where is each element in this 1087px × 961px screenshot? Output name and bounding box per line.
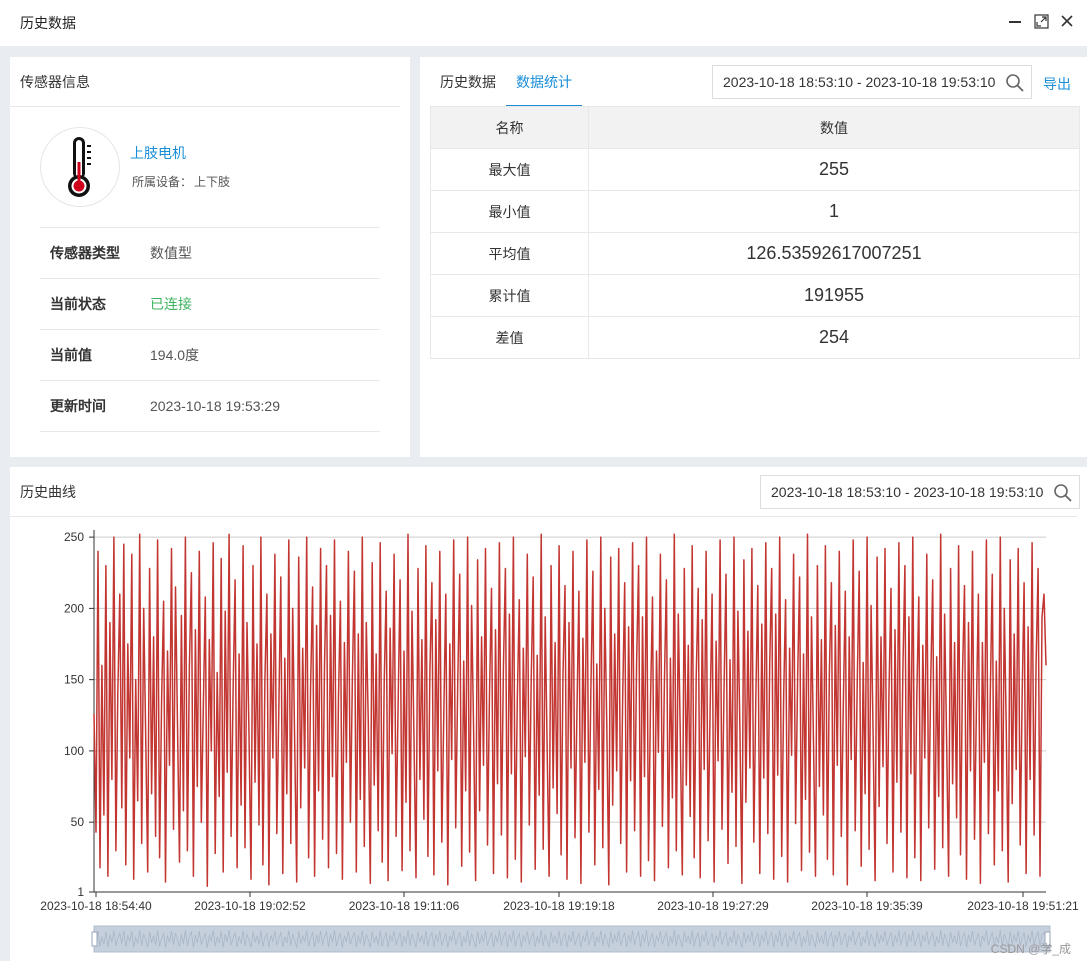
info-key: 当前值 [50, 347, 92, 363]
stats-tabs: 历史数据 数据统计 [430, 57, 582, 107]
window-controls [1007, 12, 1075, 30]
info-value: 194.0度 [150, 347, 200, 363]
window-title: 历史数据 [20, 15, 76, 31]
x-tick-label: 2023-10-18 19:35:39 [811, 899, 923, 913]
stat-value: 1 [588, 190, 1080, 233]
stats-date-range-input[interactable]: 2023-10-18 18:53:10 - 2023-10-18 19:53:1… [712, 65, 1032, 99]
close-icon[interactable] [1059, 12, 1075, 30]
x-tick-label: 2023-10-18 18:54:40 [40, 899, 152, 913]
info-key: 传感器类型 [50, 245, 120, 261]
sensor-info-title: 传感器信息 [10, 57, 400, 107]
date-range-text: 2023-10-18 18:53:10 - 2023-10-18 19:53:1… [723, 74, 996, 90]
thermometer-icon [40, 127, 120, 207]
stat-name: 最大值 [430, 148, 589, 191]
x-tick-label: 2023-10-18 19:11:06 [349, 899, 460, 913]
y-tick-label: 150 [64, 673, 84, 687]
y-tick-label: 250 [64, 530, 84, 544]
export-link[interactable]: 导出 [1043, 74, 1071, 94]
sensor-info-table: 传感器类型 数值型 当前状态 已连接 当前值 194.0度 更新时间 2023-… [40, 227, 380, 432]
sensor-device: 所属设备： 上下肢 [130, 173, 230, 190]
info-row-type: 传感器类型 数值型 [40, 228, 380, 279]
info-key: 当前状态 [50, 296, 106, 312]
info-key: 更新时间 [50, 398, 106, 414]
table-row: 平均值 126.53592617007251 [430, 232, 1080, 275]
stat-name: 平均值 [430, 232, 589, 275]
history-line-chart: 1 50 100 150 200 250 2023-10-18 18:54:40 2023-1… [10, 522, 1087, 961]
info-value: 数值型 [150, 245, 192, 261]
tab-history-data[interactable]: 历史数据 [430, 57, 506, 107]
stat-name: 累计值 [430, 274, 589, 317]
tab-data-stats[interactable]: 数据统计 [506, 57, 582, 107]
stat-value: 255 [588, 148, 1080, 191]
curve-date-range-input[interactable]: 2023-10-18 18:53:10 - 2023-10-18 19:53:1… [760, 475, 1080, 509]
history-curve-panel: 历史曲线 2023-10-18 18:53:10 - 2023-10-18 19… [10, 467, 1087, 961]
x-tick-label: 2023-10-18 19:27:29 [657, 899, 769, 913]
x-tick-label: 2023-10-18 19:19:18 [503, 899, 615, 913]
table-row: 最大值 255 [430, 148, 1080, 191]
y-tick-label: 50 [71, 815, 85, 829]
sensor-info-panel: 传感器信息 上肢电机 所属设备： 上下肢 传感器类型 数值型 当前状态 已连接 … [10, 57, 410, 457]
status-value: 已连接 [150, 296, 192, 312]
stat-name: 最小值 [430, 190, 589, 233]
info-value: 2023-10-18 19:53:29 [150, 398, 280, 414]
watermark-text: CSDN @学_成 [990, 942, 1071, 956]
stats-panel: 历史数据 数据统计 2023-10-18 18:53:10 - 2023-10-… [420, 57, 1087, 457]
info-row-status: 当前状态 已连接 [40, 279, 380, 330]
y-tick-label: 1 [77, 885, 84, 899]
column-header: 数值 [588, 106, 1080, 149]
table-row: 累计值 191955 [430, 274, 1080, 317]
sensor-name-link[interactable]: 上肢电机 [130, 143, 186, 163]
device-label: 所属设备： [132, 175, 193, 189]
y-tick-label: 200 [64, 601, 84, 615]
search-icon[interactable] [1005, 73, 1025, 93]
x-tick-label: 2023-10-18 19:02:52 [194, 899, 306, 913]
datazoom-slider [93, 925, 1051, 953]
window-titlebar: 历史数据 [0, 0, 1087, 46]
stat-value: 191955 [588, 274, 1080, 317]
date-range-text: 2023-10-18 18:53:10 - 2023-10-18 19:53:1… [771, 484, 1044, 500]
series-line [93, 533, 1047, 888]
stats-table: 名称 数值 最大值 255 最小值 1 平均值 126.535926170072… [430, 106, 1080, 359]
datazoom-handle-left [91, 931, 98, 947]
sensor-card: 上肢电机 所属设备： 上下肢 [40, 127, 380, 227]
device-value: 上下肢 [194, 175, 231, 189]
maximize-icon[interactable] [1033, 12, 1049, 30]
search-icon[interactable] [1053, 483, 1073, 503]
table-header-row: 名称 数值 [430, 106, 1080, 149]
chart-svg: 1501001502002502023-10-18 18:54:40 2023-1… [40, 530, 1079, 953]
table-row: 差值 254 [430, 316, 1080, 359]
info-row-current: 当前值 194.0度 [40, 330, 380, 381]
table-row: 最小值 1 [430, 190, 1080, 233]
x-tick-label: 2023-10-18 19:51:21 [967, 899, 1079, 913]
stat-value: 254 [588, 316, 1080, 359]
column-header: 名称 [430, 106, 589, 149]
info-row-updated: 更新时间 2023-10-18 19:53:29 [40, 381, 380, 432]
stat-value: 126.53592617007251 [588, 232, 1080, 275]
minimize-icon[interactable] [1007, 12, 1023, 30]
y-tick-label: 100 [64, 744, 84, 758]
stat-name: 差值 [430, 316, 589, 359]
